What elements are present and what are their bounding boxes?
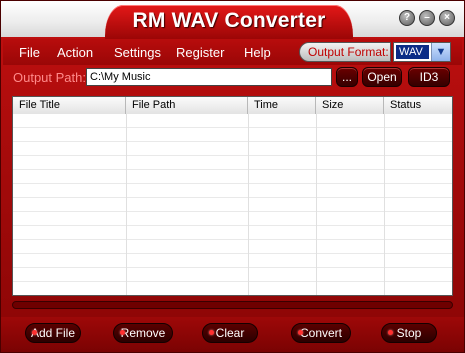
- menu-file[interactable]: File: [19, 45, 40, 60]
- clear-label: Clear: [215, 326, 245, 340]
- output-path-field[interactable]: C:\My Music: [86, 68, 332, 86]
- title-bar[interactable]: RM WAV Converter ? – ×: [1, 1, 464, 39]
- title-plate: RM WAV Converter: [105, 5, 353, 39]
- file-list-header: File Title File Path Time Size Status: [13, 97, 452, 115]
- column-divider: [384, 114, 385, 295]
- stop-label: Stop: [396, 326, 422, 340]
- button-indicator-icon: [32, 330, 37, 335]
- button-indicator-icon: [209, 330, 214, 335]
- column-header-file-path[interactable]: File Path: [126, 97, 248, 114]
- menu-help[interactable]: Help: [244, 45, 271, 60]
- add-file-label: Add File: [30, 326, 76, 340]
- column-divider: [316, 114, 317, 295]
- output-path-label: Output Path:: [13, 70, 86, 85]
- clear-button[interactable]: Clear: [202, 323, 258, 343]
- output-format-select[interactable]: WAV ▼: [393, 42, 451, 62]
- stop-button[interactable]: Stop: [381, 323, 437, 343]
- add-file-button[interactable]: Add File: [25, 323, 81, 343]
- button-indicator-icon: [298, 330, 303, 335]
- output-format-label: Output Format:: [299, 42, 391, 62]
- column-header-time[interactable]: Time: [248, 97, 316, 114]
- progress-bar: [12, 301, 453, 309]
- button-indicator-icon: [120, 330, 125, 335]
- menu-action[interactable]: Action: [57, 45, 93, 60]
- window-title: RM WAV Converter: [132, 9, 326, 32]
- column-divider: [248, 114, 249, 295]
- column-header-size[interactable]: Size: [316, 97, 384, 114]
- convert-button[interactable]: Convert: [291, 323, 351, 343]
- remove-button[interactable]: Remove: [113, 323, 173, 343]
- column-header-file-title[interactable]: File Title: [13, 97, 126, 114]
- menu-bar: File Action Settings Register Help Outpu…: [3, 39, 462, 65]
- file-list[interactable]: File Title File Path Time Size Status: [12, 96, 453, 296]
- app-window: RM WAV Converter ? – × File Action Setti…: [0, 0, 465, 353]
- chevron-down-icon[interactable]: ▼: [431, 43, 450, 61]
- menu-register[interactable]: Register: [176, 45, 224, 60]
- column-header-status[interactable]: Status: [384, 97, 452, 114]
- close-icon[interactable]: ×: [439, 10, 455, 26]
- column-divider: [126, 114, 127, 295]
- id3-button[interactable]: ID3: [408, 67, 450, 87]
- output-format-value: WAV: [396, 45, 429, 59]
- help-icon[interactable]: ?: [399, 10, 415, 26]
- button-indicator-icon: [388, 330, 393, 335]
- convert-label: Convert: [299, 326, 343, 340]
- browse-button[interactable]: ...: [336, 67, 358, 87]
- minimize-icon[interactable]: –: [419, 10, 435, 26]
- remove-label: Remove: [120, 326, 166, 340]
- file-list-rows: [13, 114, 452, 295]
- menu-settings[interactable]: Settings: [114, 45, 161, 60]
- open-button[interactable]: Open: [362, 67, 402, 87]
